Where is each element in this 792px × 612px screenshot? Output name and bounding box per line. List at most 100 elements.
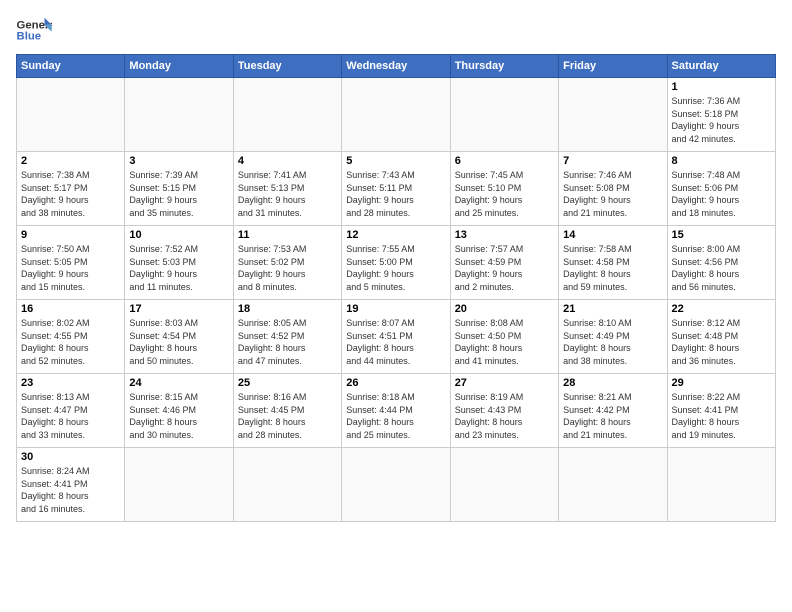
day-number: 30: [21, 451, 120, 463]
day-number: 9: [21, 229, 120, 241]
day-number: 27: [455, 377, 554, 389]
calendar-cell-w2d5: 14 Sunrise: 7:58 AM Sunset: 4:58 PM Dayli…: [559, 226, 667, 300]
weekday-header-thursday: Thursday: [450, 55, 558, 78]
day-info: Sunrise: 7:46 AM Sunset: 5:08 PM Dayligh…: [563, 169, 662, 219]
day-info: Sunrise: 7:41 AM Sunset: 5:13 PM Dayligh…: [238, 169, 337, 219]
weekday-header-monday: Monday: [125, 55, 233, 78]
day-info: Sunrise: 7:53 AM Sunset: 5:02 PM Dayligh…: [238, 243, 337, 293]
day-number: 8: [672, 155, 771, 167]
logo: General Blue: [16, 16, 52, 44]
day-number: 2: [21, 155, 120, 167]
day-info: Sunrise: 7:58 AM Sunset: 4:58 PM Dayligh…: [563, 243, 662, 293]
day-info: Sunrise: 8:21 AM Sunset: 4:42 PM Dayligh…: [563, 391, 662, 441]
day-info: Sunrise: 7:52 AM Sunset: 5:03 PM Dayligh…: [129, 243, 228, 293]
day-number: 7: [563, 155, 662, 167]
calendar-table: SundayMondayTuesdayWednesdayThursdayFrid…: [16, 54, 776, 522]
day-number: 5: [346, 155, 445, 167]
calendar-cell-w4d3: 26 Sunrise: 8:18 AM Sunset: 4:44 PM Dayli…: [342, 374, 450, 448]
day-info: Sunrise: 7:50 AM Sunset: 5:05 PM Dayligh…: [21, 243, 120, 293]
calendar-cell-w2d6: 15 Sunrise: 8:00 AM Sunset: 4:56 PM Dayli…: [667, 226, 775, 300]
calendar-cell-w4d0: 23 Sunrise: 8:13 AM Sunset: 4:47 PM Dayli…: [17, 374, 125, 448]
calendar-cell-w1d4: 6 Sunrise: 7:45 AM Sunset: 5:10 PM Daylig…: [450, 152, 558, 226]
day-number: 19: [346, 303, 445, 315]
day-number: 25: [238, 377, 337, 389]
day-number: 18: [238, 303, 337, 315]
day-number: 23: [21, 377, 120, 389]
day-info: Sunrise: 8:13 AM Sunset: 4:47 PM Dayligh…: [21, 391, 120, 441]
weekday-header-saturday: Saturday: [667, 55, 775, 78]
calendar-cell-w2d4: 13Sunrise: 7:57 AM Sunset: 4:59 PM Dayli…: [450, 226, 558, 300]
calendar-cell-w0d1: [125, 78, 233, 152]
day-number: 24: [129, 377, 228, 389]
calendar-cell-w0d3: [342, 78, 450, 152]
calendar-cell-w1d1: 3 Sunrise: 7:39 AM Sunset: 5:15 PM Daylig…: [125, 152, 233, 226]
calendar-cell-w5d1: [125, 448, 233, 522]
day-info: Sunrise: 8:08 AM Sunset: 4:50 PM Dayligh…: [455, 317, 554, 367]
day-number: 16: [21, 303, 120, 315]
weekday-header-wednesday: Wednesday: [342, 55, 450, 78]
calendar-cell-w2d2: 11Sunrise: 7:53 AM Sunset: 5:02 PM Dayli…: [233, 226, 341, 300]
day-info: Sunrise: 8:19 AM Sunset: 4:43 PM Dayligh…: [455, 391, 554, 441]
calendar-cell-w5d5: [559, 448, 667, 522]
calendar-cell-w2d1: 10Sunrise: 7:52 AM Sunset: 5:03 PM Dayli…: [125, 226, 233, 300]
day-number: 14: [563, 229, 662, 241]
weekday-header-tuesday: Tuesday: [233, 55, 341, 78]
calendar-cell-w4d6: 29 Sunrise: 8:22 AM Sunset: 4:41 PM Dayli…: [667, 374, 775, 448]
calendar-cell-w4d2: 25 Sunrise: 8:16 AM Sunset: 4:45 PM Dayli…: [233, 374, 341, 448]
weekday-header-friday: Friday: [559, 55, 667, 78]
day-number: 29: [672, 377, 771, 389]
calendar-cell-w4d5: 28 Sunrise: 8:21 AM Sunset: 4:42 PM Dayli…: [559, 374, 667, 448]
day-number: 21: [563, 303, 662, 315]
day-info: Sunrise: 7:39 AM Sunset: 5:15 PM Dayligh…: [129, 169, 228, 219]
calendar-cell-w1d6: 8 Sunrise: 7:48 AM Sunset: 5:06 PM Daylig…: [667, 152, 775, 226]
day-number: 22: [672, 303, 771, 315]
calendar-cell-w3d6: 22 Sunrise: 8:12 AM Sunset: 4:48 PM Dayli…: [667, 300, 775, 374]
day-info: Sunrise: 8:02 AM Sunset: 4:55 PM Dayligh…: [21, 317, 120, 367]
calendar-cell-w0d0: [17, 78, 125, 152]
calendar-cell-w0d4: [450, 78, 558, 152]
day-number: 17: [129, 303, 228, 315]
day-info: Sunrise: 7:45 AM Sunset: 5:10 PM Dayligh…: [455, 169, 554, 219]
calendar-cell-w4d4: 27 Sunrise: 8:19 AM Sunset: 4:43 PM Dayli…: [450, 374, 558, 448]
day-info: Sunrise: 8:03 AM Sunset: 4:54 PM Dayligh…: [129, 317, 228, 367]
day-info: Sunrise: 8:05 AM Sunset: 4:52 PM Dayligh…: [238, 317, 337, 367]
day-info: Sunrise: 8:22 AM Sunset: 4:41 PM Dayligh…: [672, 391, 771, 441]
calendar-cell-w1d5: 7 Sunrise: 7:46 AM Sunset: 5:08 PM Daylig…: [559, 152, 667, 226]
calendar-cell-w1d0: 2Sunrise: 7:38 AM Sunset: 5:17 PM Daylig…: [17, 152, 125, 226]
calendar-cell-w5d4: [450, 448, 558, 522]
day-info: Sunrise: 8:07 AM Sunset: 4:51 PM Dayligh…: [346, 317, 445, 367]
day-number: 4: [238, 155, 337, 167]
calendar-cell-w5d3: [342, 448, 450, 522]
day-number: 26: [346, 377, 445, 389]
calendar-cell-w3d5: 21 Sunrise: 8:10 AM Sunset: 4:49 PM Dayli…: [559, 300, 667, 374]
calendar-cell-w1d3: 5Sunrise: 7:43 AM Sunset: 5:11 PM Daylig…: [342, 152, 450, 226]
day-info: Sunrise: 8:12 AM Sunset: 4:48 PM Dayligh…: [672, 317, 771, 367]
day-info: Sunrise: 8:18 AM Sunset: 4:44 PM Dayligh…: [346, 391, 445, 441]
day-info: Sunrise: 8:00 AM Sunset: 4:56 PM Dayligh…: [672, 243, 771, 293]
calendar-cell-w2d0: 9 Sunrise: 7:50 AM Sunset: 5:05 PM Daylig…: [17, 226, 125, 300]
calendar-cell-w4d1: 24Sunrise: 8:15 AM Sunset: 4:46 PM Dayli…: [125, 374, 233, 448]
day-info: Sunrise: 8:24 AM Sunset: 4:41 PM Dayligh…: [21, 465, 120, 515]
calendar-cell-w0d6: 1 Sunrise: 7:36 AM Sunset: 5:18 PM Daylig…: [667, 78, 775, 152]
calendar-cell-w3d3: 19 Sunrise: 8:07 AM Sunset: 4:51 PM Dayli…: [342, 300, 450, 374]
svg-text:Blue: Blue: [17, 31, 42, 43]
calendar-cell-w0d5: [559, 78, 667, 152]
calendar-cell-w3d4: 20 Sunrise: 8:08 AM Sunset: 4:50 PM Dayli…: [450, 300, 558, 374]
day-number: 1: [672, 81, 771, 93]
day-info: Sunrise: 8:10 AM Sunset: 4:49 PM Dayligh…: [563, 317, 662, 367]
weekday-header-sunday: Sunday: [17, 55, 125, 78]
day-number: 28: [563, 377, 662, 389]
day-number: 6: [455, 155, 554, 167]
day-info: Sunrise: 8:16 AM Sunset: 4:45 PM Dayligh…: [238, 391, 337, 441]
day-number: 15: [672, 229, 771, 241]
day-info: Sunrise: 7:48 AM Sunset: 5:06 PM Dayligh…: [672, 169, 771, 219]
calendar-cell-w2d3: 12Sunrise: 7:55 AM Sunset: 5:00 PM Dayli…: [342, 226, 450, 300]
day-info: Sunrise: 7:55 AM Sunset: 5:00 PM Dayligh…: [346, 243, 445, 293]
day-number: 3: [129, 155, 228, 167]
day-number: 20: [455, 303, 554, 315]
calendar-cell-w1d2: 4 Sunrise: 7:41 AM Sunset: 5:13 PM Daylig…: [233, 152, 341, 226]
calendar-cell-w5d2: [233, 448, 341, 522]
day-number: 13: [455, 229, 554, 241]
calendar-cell-w5d6: [667, 448, 775, 522]
day-info: Sunrise: 7:36 AM Sunset: 5:18 PM Dayligh…: [672, 95, 771, 145]
